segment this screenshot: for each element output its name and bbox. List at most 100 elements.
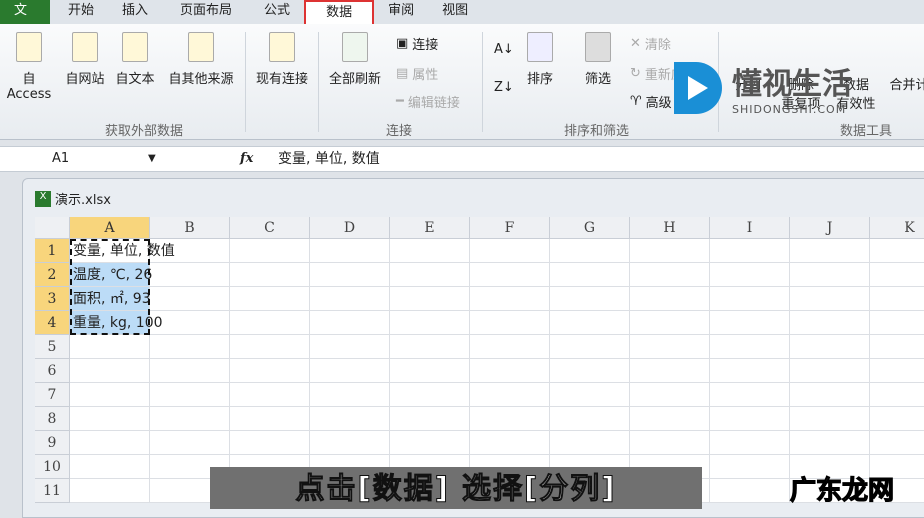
cell[interactable] <box>790 287 870 311</box>
cell[interactable] <box>470 335 550 359</box>
cell[interactable] <box>390 311 470 335</box>
cell[interactable] <box>230 311 310 335</box>
sort-asc-button[interactable]: A↓ <box>494 42 514 57</box>
connections-button[interactable]: ▣ 连接 <box>396 34 438 53</box>
tab-file[interactable]: 文件 <box>0 0 50 40</box>
cell[interactable] <box>870 431 924 455</box>
column-header[interactable]: E <box>390 217 470 239</box>
cell[interactable] <box>390 263 470 287</box>
cell[interactable] <box>710 359 790 383</box>
cell[interactable] <box>70 359 150 383</box>
cell[interactable] <box>310 263 390 287</box>
cell[interactable] <box>70 455 150 479</box>
tab-formulas[interactable]: 公式 <box>250 0 304 24</box>
cell[interactable] <box>790 359 870 383</box>
cell[interactable] <box>550 335 630 359</box>
cell[interactable] <box>790 383 870 407</box>
cell[interactable] <box>630 287 710 311</box>
cell[interactable] <box>470 383 550 407</box>
cell[interactable] <box>390 335 470 359</box>
row-header[interactable]: 7 <box>35 383 70 407</box>
tab-view[interactable]: 视图 <box>428 0 482 24</box>
tab-review[interactable]: 审阅 <box>374 0 428 24</box>
cell[interactable] <box>150 431 230 455</box>
cell[interactable] <box>310 383 390 407</box>
cell[interactable] <box>70 431 150 455</box>
cell[interactable] <box>870 335 924 359</box>
cell[interactable] <box>790 335 870 359</box>
cell[interactable] <box>230 263 310 287</box>
formula-input[interactable]: 变量, 单位, 数值 <box>278 147 380 171</box>
from-access-button[interactable]: 自 Access <box>0 32 58 102</box>
cell[interactable] <box>470 431 550 455</box>
cell[interactable] <box>790 239 870 263</box>
column-header[interactable]: A <box>70 217 150 239</box>
cell[interactable] <box>630 383 710 407</box>
column-header[interactable]: I <box>710 217 790 239</box>
row-header[interactable]: 2 <box>35 263 70 287</box>
from-other-sources-button[interactable]: 自其他来源 <box>162 32 240 87</box>
cell[interactable] <box>70 479 150 503</box>
cell[interactable] <box>150 383 230 407</box>
cell[interactable] <box>550 383 630 407</box>
cell[interactable] <box>310 239 390 263</box>
cell[interactable]: 变量, 单位, 数值 <box>70 239 175 263</box>
row-header[interactable]: 11 <box>35 479 70 503</box>
cell[interactable]: 面积, ㎡, 93 <box>70 287 151 311</box>
cell[interactable] <box>550 287 630 311</box>
tab-page-layout[interactable]: 页面布局 <box>162 0 250 24</box>
existing-connections-button[interactable]: 现有连接 <box>250 32 314 87</box>
tab-insert[interactable]: 插入 <box>108 0 162 24</box>
row-header[interactable]: 4 <box>35 311 70 335</box>
cell[interactable] <box>310 311 390 335</box>
from-text-button[interactable]: 自文本 <box>112 32 158 87</box>
column-header[interactable]: K <box>870 217 924 239</box>
cell[interactable] <box>310 431 390 455</box>
cell[interactable] <box>710 383 790 407</box>
row-header[interactable]: 3 <box>35 287 70 311</box>
column-header[interactable]: G <box>550 217 630 239</box>
cell[interactable] <box>630 431 710 455</box>
from-web-button[interactable]: 自网站 <box>62 32 108 87</box>
cell[interactable] <box>630 407 710 431</box>
cell[interactable] <box>470 407 550 431</box>
cell[interactable] <box>870 239 924 263</box>
cell[interactable] <box>470 263 550 287</box>
sort-desc-button[interactable]: Z↓ <box>494 80 514 95</box>
cell[interactable] <box>630 239 710 263</box>
column-header[interactable]: B <box>150 217 230 239</box>
cell[interactable] <box>870 407 924 431</box>
cell[interactable] <box>630 311 710 335</box>
filter-button[interactable]: 筛选 <box>580 32 616 87</box>
cell[interactable] <box>710 431 790 455</box>
cell[interactable] <box>550 359 630 383</box>
cell[interactable] <box>710 263 790 287</box>
row-header[interactable]: 6 <box>35 359 70 383</box>
clear-button[interactable]: ✕ 清除 <box>630 34 671 53</box>
row-header[interactable]: 8 <box>35 407 70 431</box>
cell[interactable] <box>870 359 924 383</box>
cell[interactable] <box>550 431 630 455</box>
cell[interactable] <box>310 407 390 431</box>
row-header[interactable]: 5 <box>35 335 70 359</box>
cell[interactable] <box>390 287 470 311</box>
cell[interactable]: 温度, ℃, 26 <box>70 263 152 287</box>
cell[interactable] <box>870 287 924 311</box>
cell[interactable] <box>710 455 790 479</box>
row-header[interactable]: 10 <box>35 455 70 479</box>
consolidate-button[interactable]: 合并计 <box>884 74 924 93</box>
tab-home[interactable]: 开始 <box>50 0 108 24</box>
cell[interactable] <box>70 383 150 407</box>
cell[interactable] <box>150 407 230 431</box>
cell[interactable] <box>710 479 790 503</box>
advanced-button[interactable]: ♈ 高级 <box>630 92 672 111</box>
fx-icon[interactable]: fx <box>240 147 253 171</box>
cell[interactable] <box>550 311 630 335</box>
cell[interactable] <box>550 263 630 287</box>
cell[interactable] <box>790 263 870 287</box>
cell[interactable] <box>550 407 630 431</box>
cell[interactable] <box>230 407 310 431</box>
tab-data[interactable]: 数据 <box>304 0 375 24</box>
cell[interactable] <box>710 335 790 359</box>
name-box[interactable]: A1 ▼ <box>0 147 170 171</box>
